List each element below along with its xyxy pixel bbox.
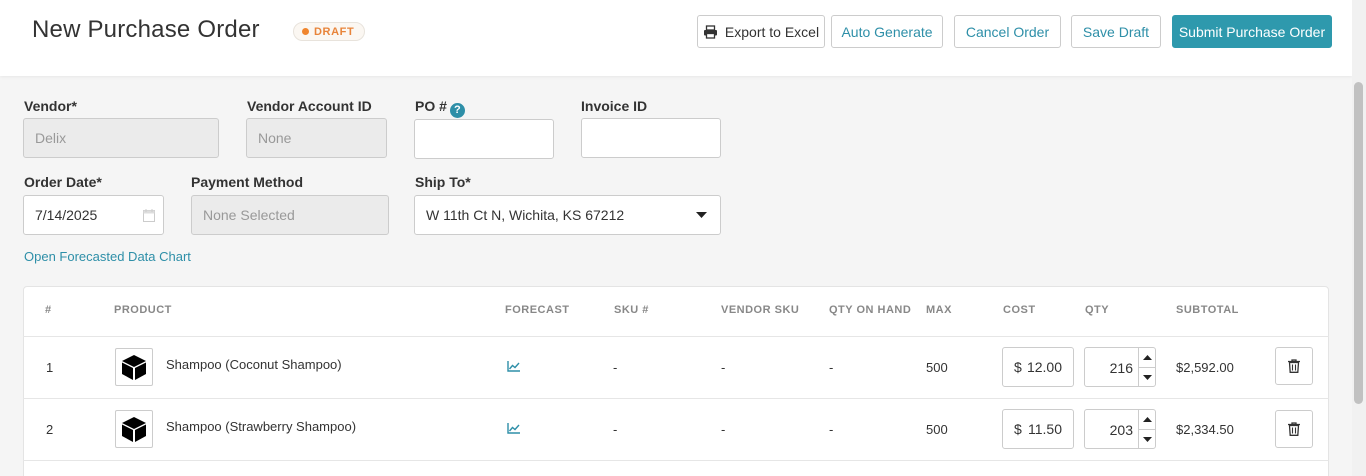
currency-symbol: $	[1014, 359, 1022, 375]
po-number-label: PO #?	[415, 98, 465, 118]
box-icon	[122, 355, 146, 380]
order-date-input[interactable]: 7/14/2025	[23, 195, 164, 235]
caret-down-icon	[1143, 436, 1152, 442]
box-icon	[122, 417, 146, 442]
save-draft-button[interactable]: Save Draft	[1071, 15, 1161, 48]
cost-input[interactable]: $ 11.50	[1002, 409, 1074, 449]
max-value: 500	[926, 422, 948, 437]
po-number-label-text: PO #	[415, 98, 447, 114]
order-date-label: Order Date*	[24, 174, 102, 190]
order-date-value: 7/14/2025	[35, 207, 98, 223]
vendor-sku-value: -	[721, 422, 726, 437]
trash-icon	[1288, 422, 1300, 436]
ship-to-label: Ship To*	[415, 174, 471, 190]
qty-value: 216	[1109, 360, 1133, 376]
caret-up-icon	[1143, 355, 1152, 360]
invoice-id-label: Invoice ID	[581, 98, 648, 114]
column-header-qty-on-hand: QTY ON HAND	[829, 304, 912, 316]
vendor-account-id-field: None	[246, 118, 387, 158]
qty-value: 203	[1109, 422, 1133, 438]
row-divider	[23, 460, 1329, 461]
increment-button[interactable]	[1139, 348, 1156, 367]
status-badge: DRAFT	[293, 22, 366, 41]
scrollbar-thumb[interactable]	[1354, 82, 1363, 404]
cost-value: 12.00	[1026, 359, 1062, 375]
quantity-stepper[interactable]: 216	[1084, 347, 1156, 387]
open-forecasted-data-chart-link[interactable]: Open Forecasted Data Chart	[24, 249, 191, 264]
subtotal-value: $2,592.00	[1176, 360, 1234, 375]
row-divider	[23, 398, 1329, 399]
caret-down-icon	[696, 212, 707, 218]
max-value: 500	[926, 360, 948, 375]
column-header-subtotal: SUBTOTAL	[1176, 304, 1239, 316]
product-name: Shampoo (Coconut Shampoo)	[166, 357, 342, 372]
vendor-account-id-label: Vendor Account ID	[247, 98, 372, 114]
cancel-order-button[interactable]: Cancel Order	[954, 15, 1061, 48]
export-to-excel-label: Export to Excel	[724, 23, 820, 40]
product-thumbnail	[115, 348, 153, 386]
product-name: Shampoo (Strawberry Shampoo)	[166, 419, 357, 434]
vendor-label: Vendor*	[24, 98, 77, 114]
column-header-sku: SKU #	[614, 304, 649, 316]
po-number-input[interactable]	[414, 119, 554, 159]
product-thumbnail	[115, 410, 153, 448]
quantity-stepper[interactable]: 203	[1084, 409, 1156, 449]
cost-input[interactable]: $ 12.00	[1002, 347, 1074, 387]
column-header-qty: QTY	[1085, 304, 1110, 316]
row-number: 1	[46, 360, 54, 375]
column-header-product: PRODUCT	[114, 304, 172, 316]
caret-down-icon	[1143, 374, 1152, 380]
sku-value: -	[613, 360, 618, 375]
forecast-chart-icon[interactable]	[507, 361, 520, 372]
cost-value: 11.50	[1028, 421, 1062, 437]
row-number: 2	[46, 422, 54, 437]
help-icon[interactable]: ?	[449, 103, 465, 118]
ship-to-value: W 11th Ct N, Wichita, KS 67212	[426, 207, 625, 223]
currency-symbol: $	[1014, 421, 1022, 437]
payment-method-label: Payment Method	[191, 174, 304, 190]
sku-value: -	[613, 422, 618, 437]
invoice-id-input[interactable]	[581, 118, 721, 158]
delete-row-button[interactable]	[1275, 347, 1313, 385]
column-header-max: MAX	[926, 304, 952, 316]
column-header-number: #	[45, 304, 52, 316]
column-header-vendor-sku: VENDOR SKU	[721, 304, 800, 316]
column-header-cost: COST	[1003, 304, 1036, 316]
page-title: New Purchase Order	[32, 16, 260, 43]
payment-method-field: None Selected	[191, 195, 389, 235]
status-dot-icon	[302, 28, 309, 35]
vendor-field: Delix	[23, 118, 219, 158]
row-divider	[23, 336, 1329, 337]
qty-on-hand-value: -	[829, 360, 834, 375]
export-to-excel-button[interactable]: Export to Excel	[697, 15, 825, 48]
decrement-button[interactable]	[1139, 429, 1156, 448]
trash-icon	[1288, 359, 1300, 373]
status-badge-label: DRAFT	[314, 25, 355, 38]
vendor-sku-value: -	[721, 360, 726, 375]
increment-button[interactable]	[1139, 410, 1156, 429]
qty-on-hand-value: -	[829, 422, 834, 437]
forecast-chart-icon[interactable]	[507, 423, 520, 434]
delete-row-button[interactable]	[1275, 410, 1313, 448]
caret-up-icon	[1143, 417, 1152, 422]
printer-icon	[703, 24, 717, 39]
subtotal-value: $2,334.50	[1176, 422, 1234, 437]
auto-generate-button[interactable]: Auto Generate	[831, 15, 943, 48]
submit-purchase-order-button[interactable]: Submit Purchase Order	[1172, 15, 1332, 48]
decrement-button[interactable]	[1139, 367, 1156, 386]
page-header: New Purchase Order DRAFT Export to Excel…	[0, 0, 1352, 76]
ship-to-select[interactable]: W 11th Ct N, Wichita, KS 67212	[414, 195, 721, 235]
calendar-icon	[143, 209, 155, 222]
column-header-forecast: FORECAST	[505, 304, 570, 316]
